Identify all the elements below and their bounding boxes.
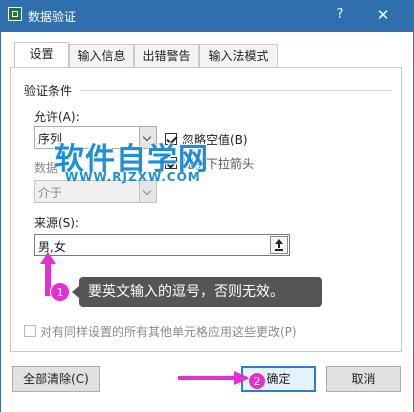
annotation-tooltip: 要英文输入的逗号，否则无效。 — [72, 277, 322, 307]
source-input[interactable] — [34, 234, 290, 256]
watermark-url: WWW.RJZXW.COM — [65, 170, 201, 184]
apply-all-label[interactable]: 对有同样设置的所有其他单元格应用这些更改(P) — [40, 323, 297, 340]
tab-settings[interactable]: 设置 — [14, 42, 69, 67]
criteria-group-label: 验证条件 — [24, 84, 73, 98]
group-divider — [80, 90, 392, 91]
collapse-dialog-icon[interactable] — [270, 236, 288, 254]
tab-input-message[interactable]: 输入信息 — [69, 44, 134, 67]
close-button[interactable]: ✕ — [368, 4, 398, 26]
chevron-down-icon — [139, 181, 156, 202]
annotation-badge-1: 1 — [50, 282, 70, 302]
tab-error-alert[interactable]: 出错警告 — [134, 44, 199, 67]
window-title: 数据验证 — [28, 10, 77, 24]
help-button[interactable]: ? — [325, 4, 355, 26]
tab-ime-mode[interactable]: 输入法模式 — [199, 44, 278, 67]
source-label: 来源(S): — [34, 216, 80, 230]
allow-label: 允许(A): — [34, 110, 80, 124]
excel-app-icon — [8, 7, 22, 21]
data-select-value: 介于 — [38, 186, 63, 200]
apply-all-checkbox[interactable] — [24, 325, 36, 337]
annotation-badge-2: 2 — [248, 372, 266, 390]
annotation-arrow-right — [178, 371, 250, 385]
clear-all-button[interactable]: 全部清除(C) — [12, 366, 100, 392]
cancel-button[interactable]: 取消 — [326, 366, 401, 392]
